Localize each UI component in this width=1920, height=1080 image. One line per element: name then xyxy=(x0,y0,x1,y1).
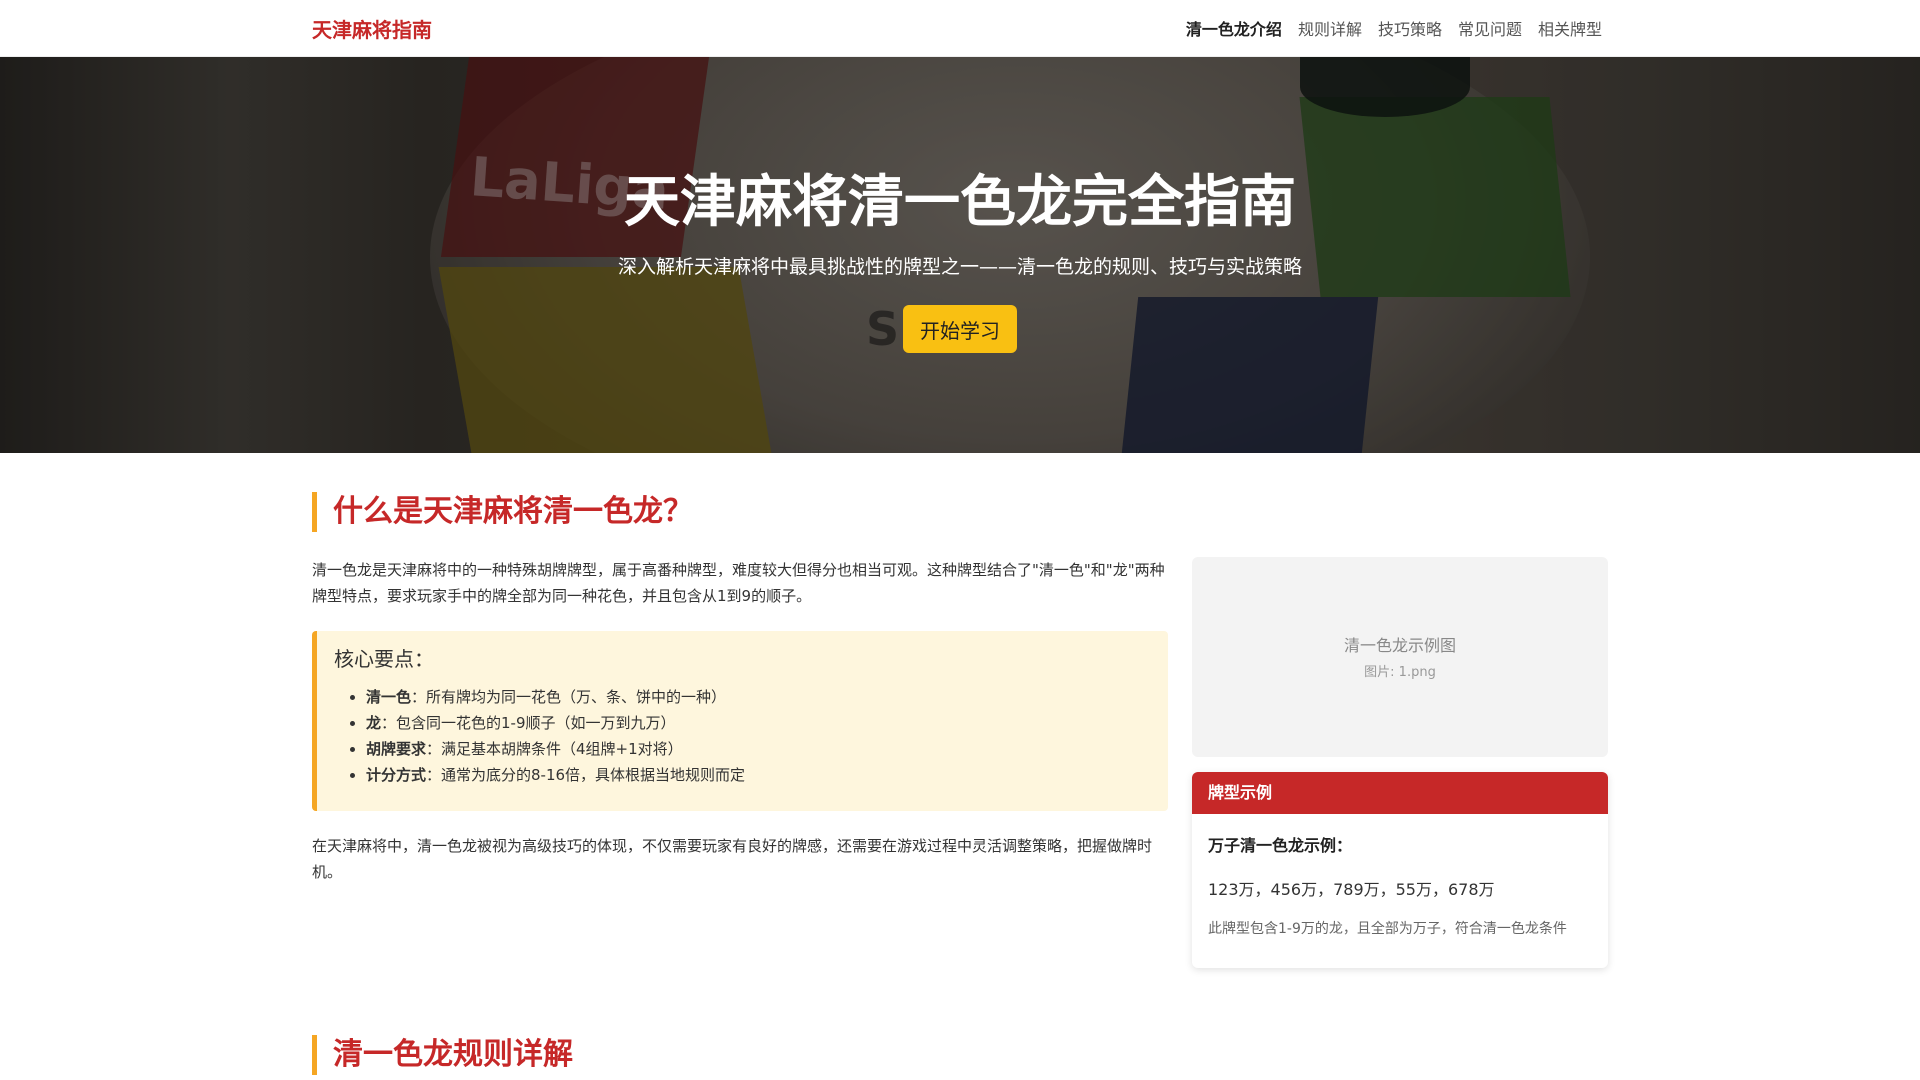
intro-main-column: 清一色龙是天津麻将中的一种特殊胡牌牌型，属于高番种牌型，难度较大但得分也相当可观… xyxy=(312,557,1168,885)
keypoint-term: 计分方式 xyxy=(366,766,427,784)
card-example-title: 万子清一色龙示例： xyxy=(1208,836,1353,855)
intro-paragraph: 清一色龙是天津麻将中的一种特殊胡牌牌型，属于高番种牌型，难度较大但得分也相当可观… xyxy=(312,561,1165,605)
example-image-placeholder: 清一色龙示例图 图片: 1.png xyxy=(1192,557,1608,757)
nav-link-intro[interactable]: 清一色龙介绍 xyxy=(1186,16,1282,40)
top-navbar: 天津麻将指南 清一色龙介绍 规则详解 技巧策略 常见问题 相关牌型 xyxy=(0,0,1920,57)
nav-link-related[interactable]: 相关牌型 xyxy=(1538,16,1602,40)
hero-subtitle: 深入解析天津麻将中最具挑战性的牌型之一——清一色龙的规则、技巧与实战策略 xyxy=(617,256,1302,278)
list-item: 胡牌要求：满足基本胡牌条件（4组牌+1对将） xyxy=(366,736,1150,762)
nav-links: 清一色龙介绍 规则详解 技巧策略 常见问题 相关牌型 xyxy=(1186,16,1602,40)
nav-link-strategy[interactable]: 技巧策略 xyxy=(1378,16,1442,40)
section-title-intro: 什么是天津麻将清一色龙？ xyxy=(312,492,693,532)
keypoint-desc: ：通常为底分的8-16倍，具体根据当地规则而定 xyxy=(426,766,746,784)
hero-title: 天津麻将清一色龙完全指南 xyxy=(624,170,1296,235)
tile-example-card: 牌型示例 万子清一色龙示例： 123万，456万，789万，55万，678万 此… xyxy=(1192,772,1608,968)
keypoint-term: 胡牌要求 xyxy=(366,740,427,758)
intro-outro-paragraph: 在天津麻将中，清一色龙被视为高级技巧的体现，不仅需要玩家有良好的牌感，还需要在游… xyxy=(312,837,1153,881)
nav-link-faq[interactable]: 常见问题 xyxy=(1458,16,1522,40)
list-item: 清一色：所有牌均为同一花色（万、条、饼中的一种） xyxy=(366,684,1150,710)
brand-logo-link[interactable]: 天津麻将指南 xyxy=(312,14,432,43)
section-title-rules: 清一色龙规则详解 xyxy=(312,1035,573,1075)
card-example-note: 此牌型包含1-9万的龙，且全部为万子，符合清一色龙条件 xyxy=(1208,921,1567,937)
keypoint-desc: ：满足基本胡牌条件（4组牌+1对将） xyxy=(426,740,683,758)
card-body: 万子清一色龙示例： 123万，456万，789万，55万，678万 此牌型包含1… xyxy=(1192,814,1608,954)
card-header: 牌型示例 xyxy=(1192,772,1608,814)
card-example-tiles: 123万，456万，789万，55万，678万 xyxy=(1208,880,1495,899)
keypoint-desc: ：所有牌均为同一花色（万、条、饼中的一种） xyxy=(411,688,727,706)
keypoints-title: 核心要点： xyxy=(334,647,434,671)
list-item: 计分方式：通常为底分的8-16倍，具体根据当地规则而定 xyxy=(366,762,1150,788)
keypoint-term: 清一色 xyxy=(366,688,412,706)
keypoints-list: 清一色：所有牌均为同一花色（万、条、饼中的一种） 龙：包含同一花色的1-9顺子（… xyxy=(334,684,1150,788)
start-learning-button[interactable]: 开始学习 xyxy=(903,305,1017,353)
image-filename: 图片: 1.png xyxy=(1364,665,1436,680)
nav-link-rules[interactable]: 规则详解 xyxy=(1298,16,1362,40)
keypoint-desc: ：包含同一花色的1-9顺子（如一万到九万） xyxy=(381,714,676,732)
keypoint-term: 龙 xyxy=(366,714,382,732)
image-caption: 清一色龙示例图 xyxy=(1343,636,1456,655)
hero-banner: LaLiga SEDA 天津麻将清一色龙完全指南 深入解析天津麻将中最具挑战性的… xyxy=(0,57,1920,453)
keypoints-box: 核心要点： 清一色：所有牌均为同一花色（万、条、饼中的一种） 龙：包含同一花色的… xyxy=(312,631,1168,811)
list-item: 龙：包含同一花色的1-9顺子（如一万到九万） xyxy=(366,710,1150,736)
